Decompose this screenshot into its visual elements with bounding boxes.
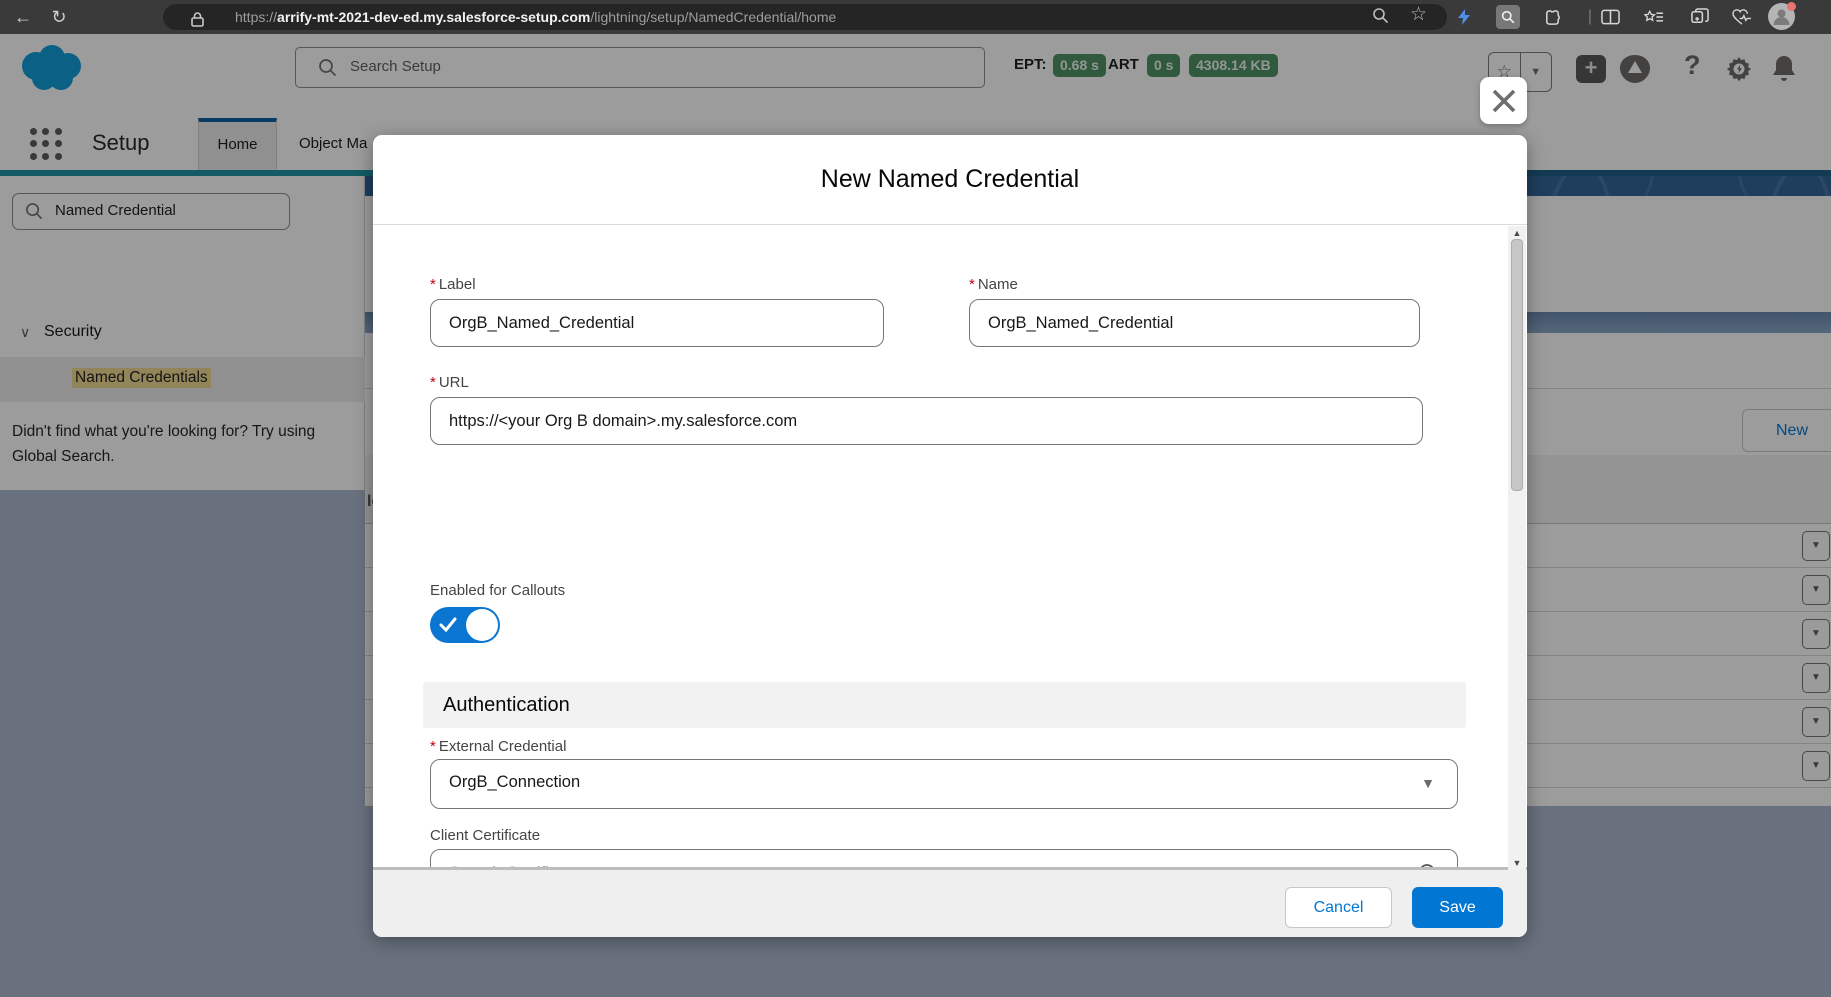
modal-close-button[interactable] bbox=[1480, 77, 1527, 124]
extensions-menu-icon[interactable] bbox=[1540, 5, 1564, 29]
lock-icon bbox=[191, 9, 204, 35]
external-credential-select[interactable]: OrgB_Connection ▼ bbox=[430, 759, 1458, 809]
tab-groups-icon[interactable] bbox=[1688, 5, 1712, 29]
modal-title: New Named Credential bbox=[373, 165, 1527, 194]
url-text: https://arrify-mt-2021-dev-ed.my.salesfo… bbox=[235, 4, 836, 30]
modal-footer: Cancel Save bbox=[373, 870, 1527, 937]
scroll-up-icon[interactable]: ▲ bbox=[1508, 228, 1526, 238]
address-bar[interactable]: https://arrify-mt-2021-dev-ed.my.salesfo… bbox=[163, 4, 1447, 30]
name-field-input[interactable] bbox=[969, 299, 1420, 347]
label-field-input[interactable] bbox=[430, 299, 884, 347]
browser-chrome: ← ↻ https://arrify-mt-2021-dev-ed.my.sal… bbox=[0, 0, 1831, 34]
split-screen-icon[interactable] bbox=[1598, 5, 1622, 29]
scrollbar-thumb[interactable] bbox=[1511, 239, 1523, 491]
external-credential-label: *External Credential bbox=[430, 738, 566, 755]
name-field-label: *Name bbox=[969, 276, 1018, 293]
collections-icon[interactable] bbox=[1642, 5, 1666, 29]
client-certificate-search[interactable]: Search Certificates... bbox=[430, 849, 1458, 870]
url-field-input[interactable] bbox=[430, 397, 1423, 445]
modal-body: *Label *Name *URL Enabled for Callouts A… bbox=[373, 226, 1527, 870]
check-icon bbox=[439, 617, 457, 632]
enabled-for-callouts-label: Enabled for Callouts bbox=[430, 582, 565, 599]
browser-reload-button[interactable]: ↻ bbox=[46, 4, 72, 30]
new-named-credential-modal: New Named Credential *Label *Name *URL E… bbox=[373, 135, 1527, 937]
external-credential-value: OrgB_Connection bbox=[449, 773, 580, 792]
close-icon bbox=[1490, 87, 1518, 115]
browser-profile-avatar[interactable] bbox=[1768, 3, 1795, 30]
modal-header: New Named Credential bbox=[373, 135, 1527, 225]
browser-back-button[interactable]: ← bbox=[10, 4, 36, 30]
bookmark-star-icon[interactable]: ☆ bbox=[1410, 3, 1427, 26]
search-icon bbox=[1417, 862, 1441, 870]
zoom-page-icon[interactable] bbox=[1372, 7, 1389, 29]
cancel-button[interactable]: Cancel bbox=[1285, 887, 1392, 928]
url-domain: arrify-mt-2021-dev-ed.my.salesforce-setu… bbox=[277, 9, 590, 25]
caret-down-icon: ▼ bbox=[1421, 775, 1435, 791]
save-button[interactable]: Save bbox=[1412, 887, 1503, 928]
browser-essentials-icon[interactable] bbox=[1730, 5, 1754, 29]
extension-lightning-icon[interactable] bbox=[1452, 5, 1476, 29]
toggle-knob bbox=[466, 609, 498, 641]
extension-search-icon[interactable] bbox=[1496, 5, 1520, 29]
enabled-for-callouts-toggle[interactable] bbox=[430, 607, 500, 643]
modal-scrollbar[interactable]: ▲ ▼ bbox=[1508, 226, 1526, 870]
client-certificate-label: Client Certificate bbox=[430, 827, 540, 844]
url-field-label: *URL bbox=[430, 374, 469, 391]
label-field-label: *Label bbox=[430, 276, 476, 293]
scroll-down-icon[interactable]: ▼ bbox=[1508, 858, 1526, 868]
profile-notification-dot bbox=[1787, 2, 1796, 11]
section-authentication: Authentication bbox=[423, 682, 1466, 728]
